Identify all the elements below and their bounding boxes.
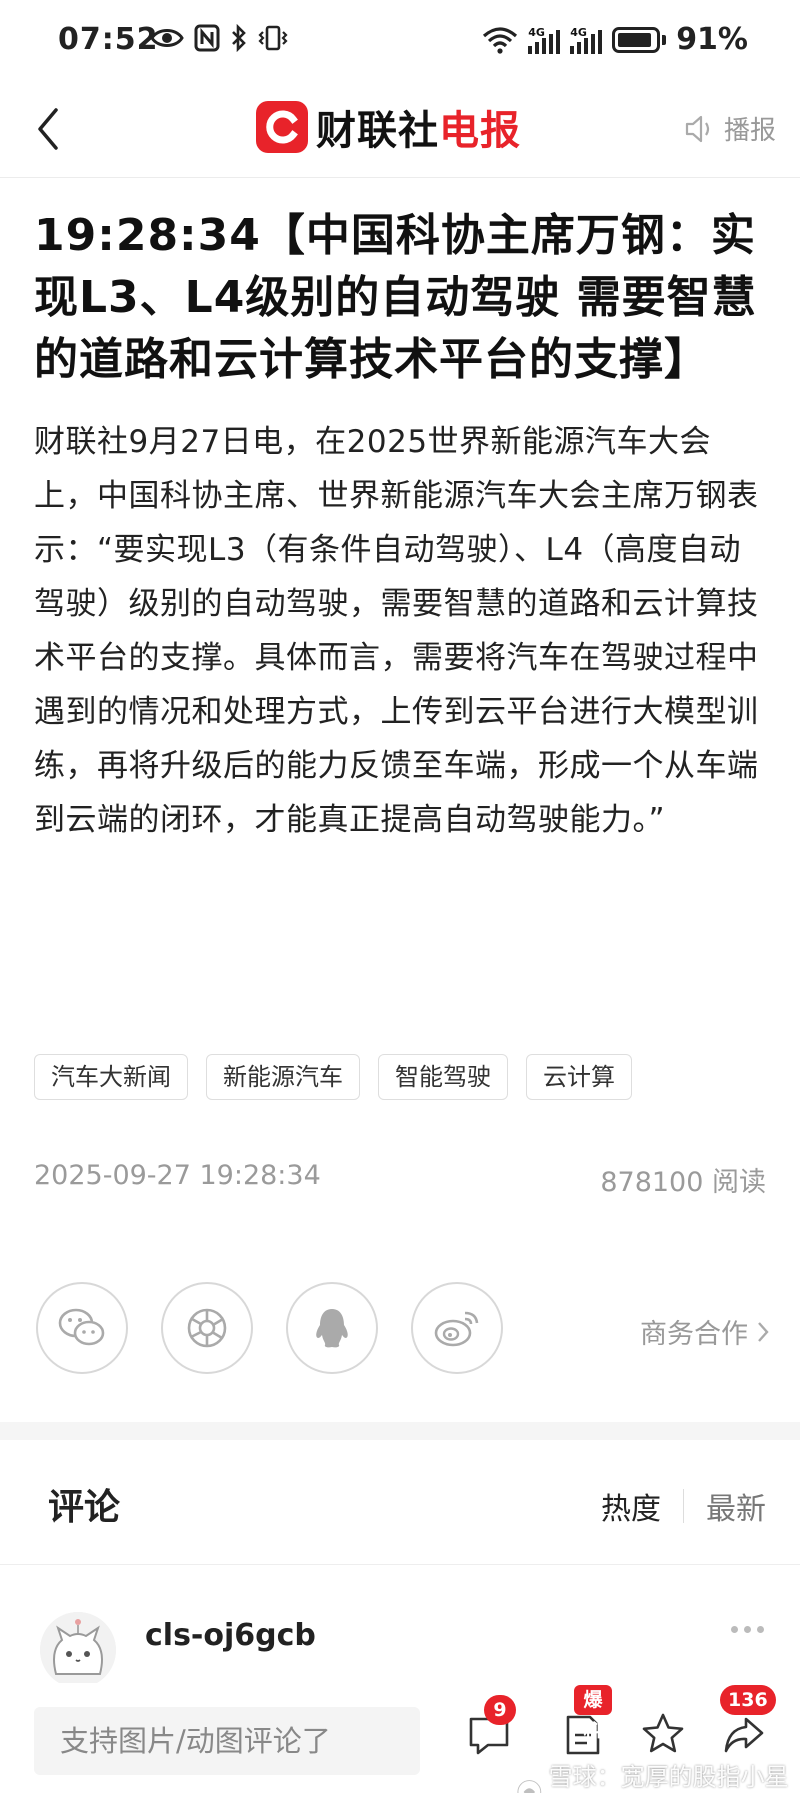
sort-hot-tab[interactable]: 热度	[601, 1484, 661, 1528]
more-options-icon[interactable]	[731, 1626, 764, 1633]
back-arrow-icon[interactable]	[34, 104, 64, 154]
cls-logo-icon	[256, 101, 308, 153]
bluetooth-icon	[232, 24, 246, 52]
signal-label-2: 4G	[570, 25, 587, 39]
tag-chip[interactable]: 云计算	[526, 1054, 632, 1100]
brand-text-black: 财联社	[316, 108, 439, 154]
brand-text: 财联社电报	[316, 98, 521, 156]
comments-header: 评论 热度 最新	[0, 1440, 800, 1565]
article-body: 财联社9月27日电，在2025世界新能源汽车大会上，中国科协主席、世界新能源汽车…	[34, 424, 759, 838]
article: 19:28:34【中国科协主席万钢：实现L3、L4级别的自动驾驶 需要智慧的道路…	[34, 205, 764, 847]
business-label: 商务合作	[640, 1319, 748, 1350]
tag-chip[interactable]: 智能驾驶	[378, 1054, 508, 1100]
share-row	[36, 1282, 503, 1374]
share-qq-button[interactable]	[286, 1282, 378, 1374]
speaker-icon	[685, 115, 710, 142]
sort-separator	[683, 1489, 684, 1523]
share-weibo-button[interactable]	[411, 1282, 503, 1374]
status-icons-left	[150, 24, 288, 52]
vibrate-icon	[258, 25, 288, 51]
qq-icon	[316, 1309, 348, 1348]
tag-list: 汽车大新闻 新能源汽车 智能驾驶 云计算	[34, 1054, 632, 1100]
broadcast-label: 播报	[723, 116, 776, 146]
status-bar: 07:52 4G 4G 91%	[0, 0, 800, 88]
read-count: 878100 阅读	[600, 1167, 766, 1198]
xueqiu-watermark: 雪球：宽厚的股指小星空	[516, 1757, 800, 1793]
comment-count-badge: 9	[484, 1695, 516, 1725]
moments-icon	[187, 1308, 227, 1348]
comment-sort: 热度 最新	[601, 1484, 766, 1528]
article-meta: 2025-09-27 19:28:34 878100 阅读	[34, 1160, 766, 1198]
share-wechat-button[interactable]	[36, 1282, 128, 1374]
status-time: 07:52	[58, 22, 159, 57]
watermark-text: 雪球：宽厚的股指小星空	[548, 1763, 789, 1791]
weibo-icon	[434, 1311, 479, 1347]
cellular-signal-2-icon: 4G	[570, 25, 603, 54]
brand-logo-title: 财联社电报	[256, 98, 521, 156]
comments-title: 评论	[48, 1487, 121, 1528]
battery-icon	[612, 26, 667, 53]
tag-chip[interactable]: 新能源汽车	[206, 1054, 360, 1100]
share-count-badge: 136	[720, 1685, 776, 1715]
share-arrow-icon	[724, 1717, 764, 1753]
comments-button[interactable]: 9	[466, 1695, 516, 1765]
publish-time: 2025-09-27 19:28:34	[34, 1160, 321, 1191]
comment-input[interactable]	[34, 1707, 420, 1775]
eye-icon	[150, 29, 184, 47]
tag-chip[interactable]: 汽车大新闻	[34, 1054, 188, 1100]
status-icons-right: 4G 4G 91%	[482, 22, 748, 57]
wifi-icon	[483, 26, 518, 54]
comment-username[interactable]: cls-oj6gcb	[145, 1618, 316, 1653]
sort-newest-tab[interactable]: 最新	[706, 1484, 766, 1528]
battery-fill	[618, 32, 651, 47]
article-title: 19:28:34【中国科协主席万钢：实现L3、L4级别的自动驾驶 需要智慧的道路…	[34, 210, 757, 385]
cellular-signal-1-icon: 4G	[528, 25, 561, 54]
brand-text-red: 电报	[439, 108, 521, 154]
snowball-logo-icon	[517, 1780, 542, 1793]
report-badge: 爆料	[574, 1685, 612, 1741]
chevron-right-icon	[758, 1321, 769, 1342]
app-header: 财联社电报 播报	[0, 88, 800, 178]
business-cooperation-link[interactable]: 商务合作	[640, 1312, 770, 1351]
battery-percent: 91%	[676, 22, 748, 57]
star-icon	[642, 1713, 684, 1753]
nfc-icon	[194, 24, 220, 52]
share-moments-button[interactable]	[161, 1282, 253, 1374]
signal-label-1: 4G	[528, 25, 545, 39]
avatar[interactable]	[40, 1612, 116, 1688]
section-divider	[0, 1422, 800, 1440]
wechat-icon	[58, 1308, 105, 1346]
broadcast-button[interactable]: 播报	[684, 110, 776, 147]
